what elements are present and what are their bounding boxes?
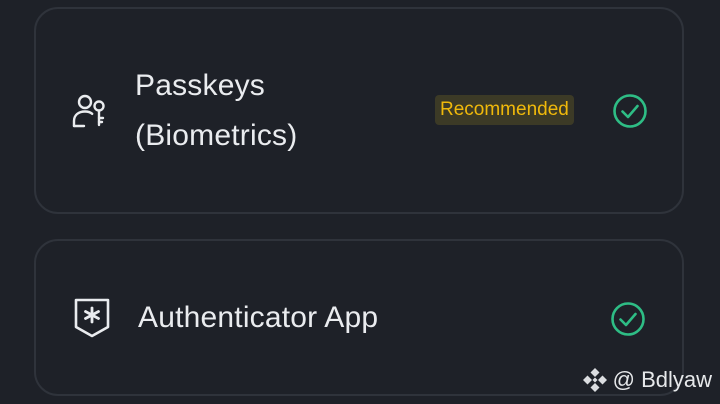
check-circle-icon	[613, 94, 647, 128]
recommended-badge: Recommended	[435, 95, 574, 125]
binance-logo	[582, 368, 607, 392]
user-key-icon	[72, 94, 105, 128]
watermark-text: @ Bdlyaw	[612, 367, 712, 392]
authenticator-shield-icon	[74, 298, 110, 338]
passkeys-card[interactable]: Passkeys (Biometrics) Recommended	[34, 7, 684, 214]
passkeys-title-line1: Passkeys	[135, 69, 265, 102]
authenticator-app-title: Authenticator App	[138, 301, 379, 334]
security-methods-screen: Passkeys (Biometrics) Recommended Authen…	[0, 0, 720, 404]
passkeys-title-line2: (Biometrics)	[135, 119, 298, 152]
watermark: @ Bdlyaw	[581, 366, 712, 394]
check-circle-icon	[611, 302, 645, 336]
